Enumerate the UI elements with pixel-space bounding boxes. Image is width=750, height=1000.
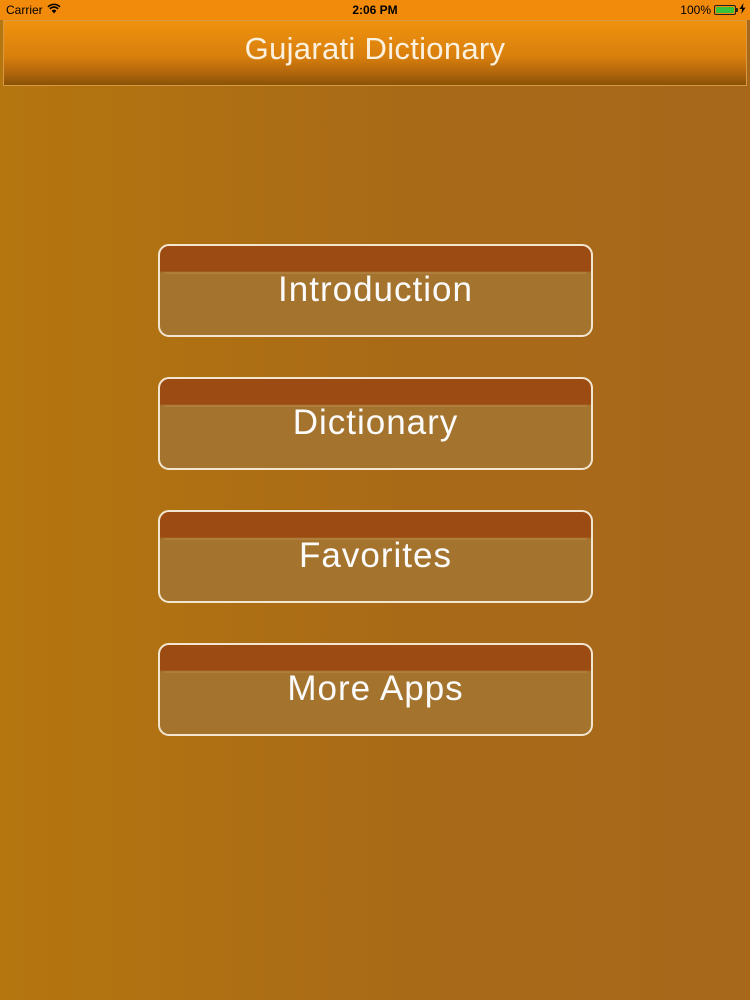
introduction-button[interactable]: Introduction [158,244,593,337]
favorites-button[interactable]: Favorites [158,510,593,603]
battery-fill [716,7,734,13]
page-title: Gujarati Dictionary [244,31,506,66]
introduction-button-label: Introduction [278,270,473,309]
favorites-button-label: Favorites [299,536,452,575]
more-apps-button-label: More Apps [287,669,464,708]
status-time: 2:06 PM [352,3,398,17]
dictionary-button[interactable]: Dictionary [158,377,593,470]
battery-icon [714,5,738,15]
more-apps-button[interactable]: More Apps [158,643,593,736]
bolt-icon [739,3,746,17]
main-menu: Introduction Dictionary Favorites More A… [158,244,593,776]
status-bar: Carrier 2:06 PM 100% [0,0,750,20]
navigation-bar: Gujarati Dictionary [3,20,747,86]
battery-percent: 100% [680,3,711,17]
dictionary-button-label: Dictionary [292,403,459,442]
status-right: 100% [680,3,746,17]
battery-tip [736,8,738,12]
